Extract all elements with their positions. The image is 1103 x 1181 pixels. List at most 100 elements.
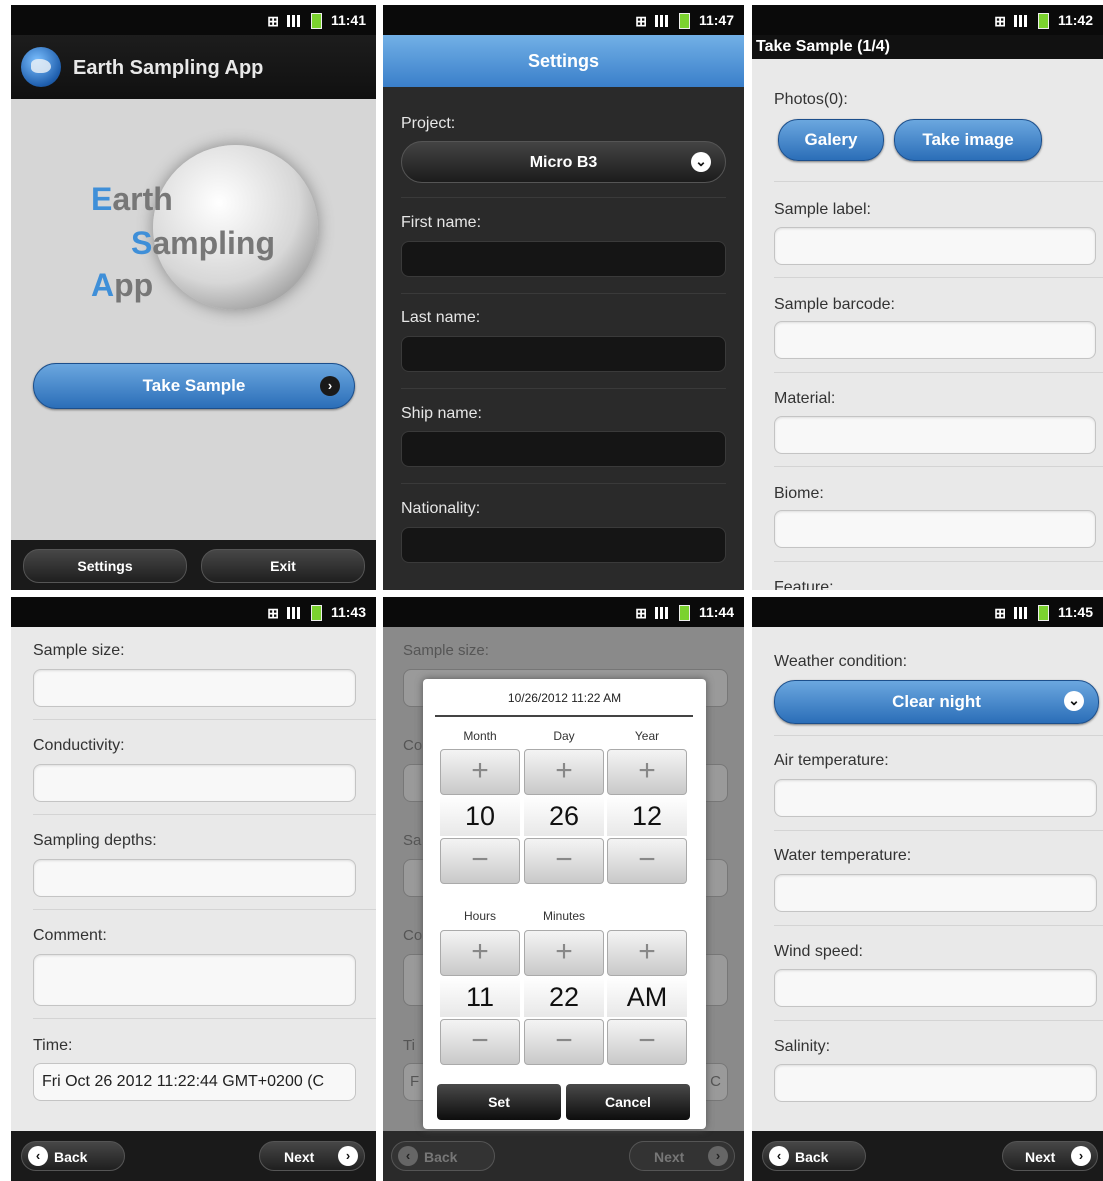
battery-icon (310, 605, 322, 622)
bottom-bar: ‹ Back Next › (383, 1131, 744, 1181)
salinity-input[interactable] (774, 1064, 1097, 1102)
clock: 11:43 (330, 604, 366, 620)
minutes-value: 22 (524, 977, 604, 1017)
sample-barcode-input[interactable] (774, 321, 1096, 359)
nationality-input[interactable] (401, 527, 726, 563)
year-header: Year (634, 729, 660, 743)
minutes-increment-button[interactable]: + (524, 930, 604, 976)
water-temperature-input[interactable] (774, 874, 1097, 912)
back-label: Back (424, 1149, 458, 1165)
settings-header: Settings (383, 35, 744, 87)
divider (774, 181, 1103, 182)
year-decrement-button[interactable]: − (607, 838, 687, 884)
comment-textarea[interactable] (33, 954, 356, 1006)
weather-screen: ⊞ 11:45 Weather condition: Clear night ⌄ … (752, 597, 1103, 1181)
sample-label-input[interactable] (774, 227, 1096, 265)
divider (774, 735, 1103, 736)
usb-icon: ⊞ (994, 605, 1006, 622)
back-button: ‹ Back (391, 1141, 495, 1171)
sampling-depths-input[interactable] (33, 859, 356, 897)
year-increment-button[interactable]: + (607, 749, 687, 795)
back-label: Back (795, 1149, 829, 1165)
time-text-partial: F (410, 1073, 420, 1090)
next-button[interactable]: Next › (1002, 1141, 1098, 1171)
month-header: Month (463, 729, 497, 743)
take-sample-button[interactable]: Take Sample › (33, 363, 355, 409)
settings-screen: ⊞ 11:47 Settings Project: Micro B3 ⌄ Firs… (383, 5, 744, 590)
app-title-bar: Earth Sampling App (11, 35, 376, 99)
day-value: 26 (524, 796, 604, 836)
project-select[interactable]: Micro B3 ⌄ (401, 141, 726, 183)
bottom-bar: ‹ Back Next › (752, 1131, 1103, 1181)
sample-barcode-label: Sample barcode: (774, 296, 895, 313)
back-button[interactable]: ‹ Back (762, 1141, 866, 1171)
air-temperature-input[interactable] (774, 779, 1097, 817)
nationality-label: Nationality: (401, 500, 481, 517)
take-sample-label: Take Sample (142, 376, 246, 395)
sampling-depths-label: Sampling depths: (33, 832, 157, 849)
clock: 11:41 (330, 12, 366, 28)
chevron-right-icon: › (320, 376, 340, 396)
time-input[interactable]: Fri Oct 26 2012 11:22:44 GMT+0200 (C (33, 1063, 356, 1101)
status-bar: ⊞ 11:45 (752, 597, 1103, 627)
logo-word-app: App (91, 267, 154, 303)
day-increment-button[interactable]: + (524, 749, 604, 795)
last-name-input[interactable] (401, 336, 726, 372)
clock: 11:44 (698, 604, 734, 620)
usb-icon: ⊞ (635, 605, 647, 622)
divider (774, 277, 1103, 278)
biome-label: Biome: (774, 485, 824, 502)
divider (401, 293, 726, 294)
material-label: Material: (774, 390, 836, 407)
weather-condition-select[interactable]: Clear night ⌄ (774, 680, 1099, 724)
divider (774, 466, 1103, 467)
chevron-right-icon: › (338, 1146, 358, 1166)
cancel-button[interactable]: Cancel (566, 1084, 690, 1120)
back-label: Back (54, 1149, 88, 1165)
take-image-button[interactable]: Take image (894, 119, 1042, 161)
chevron-right-icon: › (708, 1146, 728, 1166)
logo-word-sampling: Sampling (131, 225, 276, 261)
day-header: Day (553, 729, 575, 743)
sample-size-label: Sample size: (33, 642, 125, 659)
material-input[interactable] (774, 416, 1096, 454)
gallery-button[interactable]: Galery (778, 119, 884, 161)
battery-icon (678, 13, 690, 30)
next-button[interactable]: Next › (259, 1141, 365, 1171)
weather-condition-label: Weather condition: (774, 653, 908, 670)
wind-speed-input[interactable] (774, 969, 1097, 1007)
clock: 11:47 (698, 12, 734, 28)
month-decrement-button[interactable]: − (440, 838, 520, 884)
minutes-decrement-button[interactable]: − (524, 1019, 604, 1065)
hours-decrement-button[interactable]: − (440, 1019, 520, 1065)
divider (33, 719, 376, 720)
divider (774, 925, 1103, 926)
day-decrement-button[interactable]: − (524, 838, 604, 884)
ampm-increment-button[interactable]: + (607, 930, 687, 976)
biome-input[interactable] (774, 510, 1096, 548)
time-text-end: C (710, 1073, 721, 1090)
time-label-partial: Ti (403, 1037, 415, 1054)
exit-button[interactable]: Exit (201, 549, 365, 583)
ship-name-input[interactable] (401, 431, 726, 467)
usb-icon: ⊞ (994, 13, 1006, 30)
divider (401, 483, 726, 484)
hours-value: 11 (440, 977, 520, 1017)
hours-increment-button[interactable]: + (440, 930, 520, 976)
conductivity-input[interactable] (33, 764, 356, 802)
first-name-input[interactable] (401, 241, 726, 277)
status-bar: ⊞ 11:42 (752, 5, 1103, 35)
sample-label-label: Sample label: (774, 201, 871, 218)
divider (774, 1020, 1103, 1021)
set-button[interactable]: Set (437, 1084, 561, 1120)
first-name-label: First name: (401, 214, 482, 231)
settings-button[interactable]: Settings (23, 549, 187, 583)
globe-icon (21, 47, 61, 87)
ampm-decrement-button[interactable]: − (607, 1019, 687, 1065)
month-increment-button[interactable]: + (440, 749, 520, 795)
back-button[interactable]: ‹ Back (21, 1141, 125, 1171)
next-button: Next › (629, 1141, 735, 1171)
comment-label: Comment: (33, 927, 107, 944)
ampm-value: AM (607, 977, 687, 1017)
sample-size-input[interactable] (33, 669, 356, 707)
